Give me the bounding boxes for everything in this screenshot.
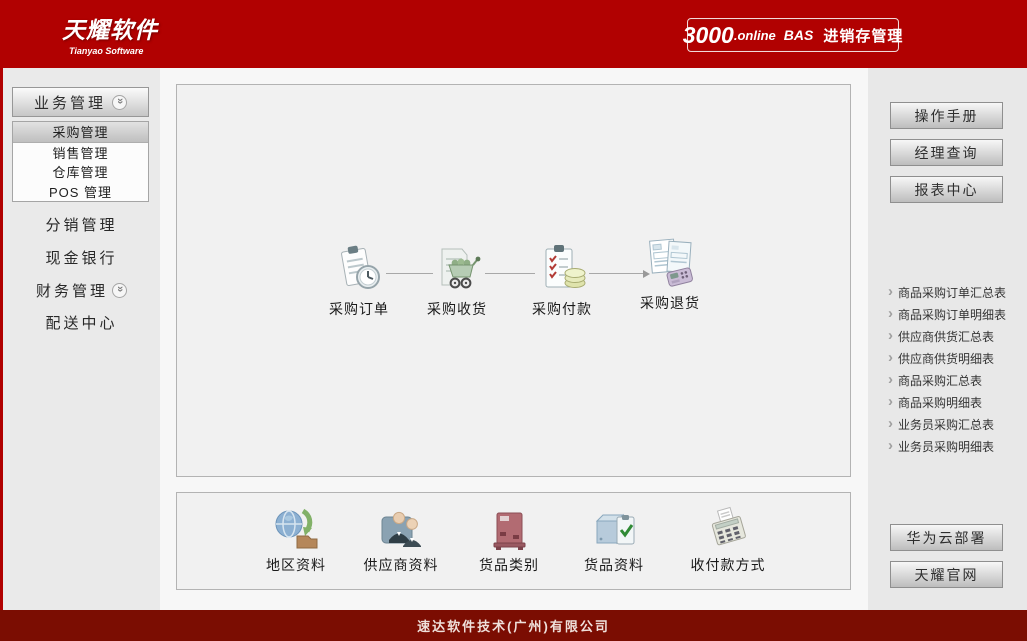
report-label: 商品采购订单明细表 (898, 307, 1007, 322)
workflow-step-label: 采购收货 (427, 301, 487, 317)
clipboard-coins-icon (512, 241, 612, 297)
report-link[interactable]: › 供应商供货汇总表 (888, 326, 994, 346)
chevron-right-icon: › (888, 370, 893, 388)
sidebar-item-finance[interactable]: 财务管理 » (3, 280, 160, 300)
huawei-cloud-button[interactable]: 华为云部署 (890, 524, 1003, 551)
badge-product: 进销存管理 (823, 27, 904, 45)
base-data-payment-methods[interactable]: 收付款方式 (673, 505, 783, 575)
workflow-step-purchase-payment[interactable]: 采购付款 (512, 241, 612, 319)
report-link[interactable]: › 商品采购订单明细表 (888, 304, 1006, 324)
workflow-step-purchase-return[interactable]: 采购退货 (620, 235, 720, 313)
category-box-icon (454, 505, 564, 553)
report-link[interactable]: › 商品采购汇总表 (888, 370, 982, 390)
base-data-goods-info[interactable]: 货品资料 (559, 505, 669, 575)
submenu-item-pos[interactable]: POS 管理 (13, 182, 148, 202)
operation-manual-button[interactable]: 操作手册 (890, 102, 1003, 129)
chevron-right-icon: › (888, 348, 893, 366)
invoice-pos-icon (620, 235, 720, 291)
badge-number: 3000 (682, 21, 734, 48)
base-data-label: 地区资料 (266, 557, 326, 573)
double-chevron-down-icon: » (112, 94, 127, 110)
document-cart-icon (407, 241, 507, 297)
double-chevron-down-icon: » (112, 282, 127, 298)
base-data-region[interactable]: 地区资料 (241, 505, 351, 575)
nav-label: 财务管理 (35, 282, 108, 300)
base-data-goods-category[interactable]: 货品类别 (454, 505, 564, 575)
base-data-panel: 地区资料 供应商资料 货品类别 货品资料 收付款方式 (176, 492, 851, 590)
report-center-button[interactable]: 报表中心 (890, 176, 1003, 203)
submenu-item-purchase[interactable]: 采购管理 (13, 122, 148, 143)
submenu-item-sales[interactable]: 销售管理 (13, 143, 148, 163)
workflow-step-label: 采购订单 (329, 301, 389, 317)
report-link[interactable]: › 业务员采购明细表 (888, 436, 994, 456)
report-link[interactable]: › 商品采购订单汇总表 (888, 282, 1006, 302)
base-data-suppliers[interactable]: 供应商资料 (346, 505, 456, 575)
report-label: 供应商供货汇总表 (898, 329, 995, 344)
workflow-step-label: 采购退货 (640, 295, 700, 311)
sidebar-item-business-management[interactable]: 业务管理 » (12, 87, 149, 117)
chevron-right-icon: › (888, 282, 893, 300)
report-label: 供应商供货明细表 (898, 351, 995, 366)
app-window: 天耀软件 Tianyao Software 3000 .online BAS 进销存管… (0, 0, 1027, 641)
footer-bar: 速达软件技术(广州)有限公司 (0, 610, 1027, 641)
sidebar-group-label: 业务管理 (33, 94, 106, 112)
sidebar-item-cash-bank[interactable]: 现金银行 (3, 247, 160, 267)
report-label: 业务员采购汇总表 (898, 417, 995, 432)
chevron-right-icon: › (888, 436, 893, 454)
main-content: 采购订单 采购收货 采购付款 采购退货 地区资料 供应商资料 货品类别 货品资料… (160, 68, 868, 610)
report-link[interactable]: › 商品采购明细表 (888, 392, 982, 412)
base-data-label: 货品类别 (479, 557, 539, 573)
nav-label: 分销管理 (45, 216, 118, 234)
goods-checklist-icon (559, 505, 669, 553)
company-name: 速达软件技术(广州)有限公司 (417, 619, 610, 634)
manager-query-button[interactable]: 经理查询 (890, 139, 1003, 166)
left-sidebar: 业务管理 » 采购管理 销售管理 仓库管理 POS 管理 分销管理 现金银行 财… (3, 68, 160, 610)
base-data-label: 收付款方式 (690, 557, 766, 573)
workflow-panel: 采购订单 采购收货 采购付款 采购退货 (176, 84, 851, 477)
nav-label: 现金银行 (45, 249, 118, 267)
badge-domain: .online (733, 27, 776, 43)
suppliers-people-icon (346, 505, 456, 553)
chevron-right-icon: › (888, 326, 893, 344)
workflow-step-label: 采购付款 (532, 301, 592, 317)
nav-label: 配送中心 (45, 314, 118, 332)
workflow-step-purchase-receiving[interactable]: 采购收货 (407, 241, 507, 319)
clipboard-clock-icon (309, 241, 409, 297)
report-label: 商品采购明细表 (898, 395, 983, 410)
report-label: 商品采购汇总表 (898, 373, 983, 388)
business-submenu: 采购管理 销售管理 仓库管理 POS 管理 (12, 121, 149, 202)
submenu-item-warehouse[interactable]: 仓库管理 (13, 162, 148, 182)
sidebar-item-distribution[interactable]: 分销管理 (3, 214, 160, 234)
base-data-label: 供应商资料 (363, 557, 439, 573)
chevron-right-icon: › (888, 392, 893, 410)
report-label: 商品采购订单汇总表 (898, 285, 1007, 300)
report-label: 业务员采购明细表 (898, 439, 995, 454)
base-data-label: 货品资料 (584, 557, 644, 573)
product-badge: 3000 .online BAS 进销存管理 (683, 18, 902, 52)
logo-subtitle: Tianyao Software (69, 46, 144, 56)
report-link[interactable]: › 业务员采购汇总表 (888, 414, 994, 434)
report-link[interactable]: › 供应商供货明细表 (888, 348, 994, 368)
logo-title: 天耀软件 (62, 17, 158, 43)
workflow-step-purchase-order[interactable]: 采购订单 (309, 241, 409, 319)
brand-logo: 天耀软件 Tianyao Software (62, 11, 158, 56)
calculator-icon (673, 505, 783, 553)
right-panel: 操作手册 经理查询 报表中心 › 商品采购订单汇总表 › 商品采购订单明细表 › 供应… (868, 68, 1027, 610)
chevron-right-icon: › (888, 414, 893, 432)
sidebar-item-delivery-center[interactable]: 配送中心 (3, 312, 160, 332)
official-site-button[interactable]: 天耀官网 (890, 561, 1003, 588)
globe-folder-icon (241, 505, 351, 553)
chevron-right-icon: › (888, 304, 893, 322)
header-bar: 天耀软件 Tianyao Software 3000 .online BAS 进销存管… (0, 0, 1027, 68)
badge-code: BAS (783, 27, 814, 43)
